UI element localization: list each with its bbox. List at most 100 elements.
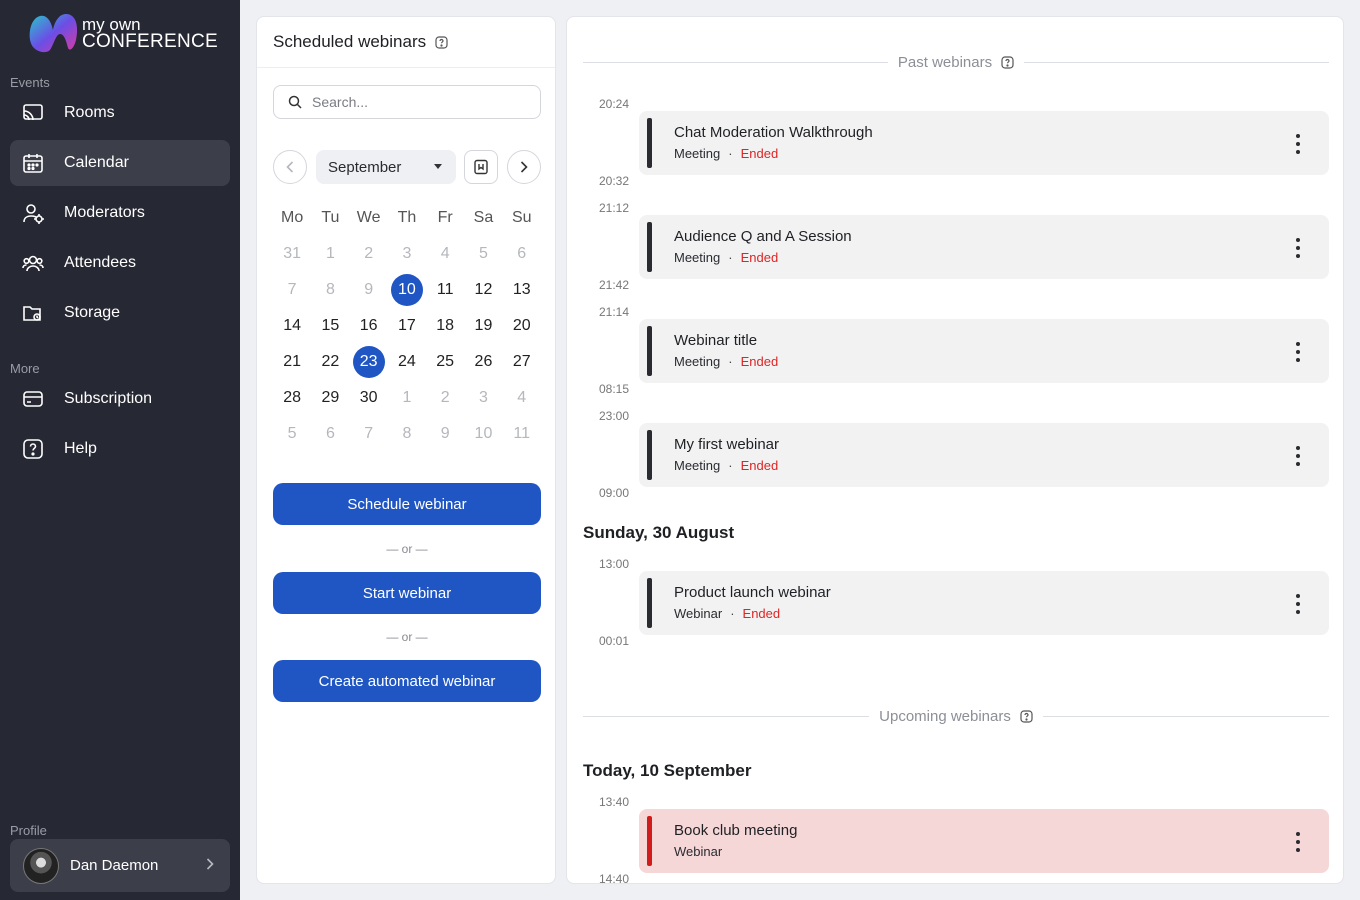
- storage-icon: [22, 302, 44, 324]
- sidebar-item-label: Help: [64, 440, 97, 457]
- event-start-time: 13:00: [598, 557, 629, 571]
- event-type: Webinar: [674, 844, 723, 859]
- calendar-day[interactable]: 8: [311, 272, 349, 308]
- calendar-day[interactable]: 6: [311, 416, 349, 452]
- calendar-day[interactable]: 24: [388, 344, 426, 380]
- calendar-day[interactable]: 2: [426, 380, 464, 416]
- calendar-day[interactable]: 3: [388, 236, 426, 272]
- weekday-label: Th: [397, 209, 417, 226]
- month-select[interactable]: September: [316, 150, 456, 184]
- event-card[interactable]: Chat Moderation Walkthrough Meeting · Ende…: [639, 111, 1329, 175]
- calendar-day[interactable]: 29: [311, 380, 349, 416]
- calendar-day[interactable]: 25: [426, 344, 464, 380]
- event-end-time: 08:15: [598, 382, 629, 396]
- event-meta: Meeting · Ended: [674, 354, 779, 369]
- calendar-day[interactable]: 23: [350, 344, 388, 380]
- calendar-day-label: 21: [283, 353, 302, 370]
- calendar-day[interactable]: 26: [464, 344, 502, 380]
- search-input[interactable]: [312, 94, 522, 110]
- calendar-week: 7 8 9 10 11 12 13: [273, 272, 541, 308]
- search-icon: [288, 95, 302, 109]
- calendar-day[interactable]: 7: [273, 272, 311, 308]
- more-options-icon[interactable]: [1293, 342, 1303, 362]
- sidebar-item-label: Moderators: [64, 204, 145, 221]
- calendar-day[interactable]: 21: [273, 344, 311, 380]
- calendar-day[interactable]: 18: [426, 308, 464, 344]
- calendar-day[interactable]: 10: [464, 416, 502, 452]
- moderator-icon: [22, 202, 44, 224]
- profile-button[interactable]: Dan Daemon: [10, 839, 230, 892]
- calendar-day[interactable]: 11: [503, 416, 541, 452]
- calendar-day[interactable]: 20: [503, 308, 541, 344]
- calendar-day[interactable]: 28: [273, 380, 311, 416]
- sidebar-item-calendar[interactable]: Calendar: [10, 140, 230, 186]
- sidebar-item-rooms[interactable]: Rooms: [10, 90, 230, 136]
- calendar-day[interactable]: 1: [388, 380, 426, 416]
- chevron-left-icon: [286, 161, 294, 173]
- calendar-day[interactable]: 11: [426, 272, 464, 308]
- more-options-icon[interactable]: [1293, 594, 1303, 614]
- calendar-day[interactable]: 4: [426, 236, 464, 272]
- calendar-day-label: 6: [517, 245, 527, 262]
- calendar-day[interactable]: 30: [350, 380, 388, 416]
- help-icon[interactable]: [1020, 709, 1033, 723]
- more-options-icon[interactable]: [1293, 832, 1303, 852]
- today-button[interactable]: [464, 150, 498, 184]
- calendar-day[interactable]: 14: [273, 308, 311, 344]
- calendar-day[interactable]: 4: [503, 380, 541, 416]
- calendar-day[interactable]: 15: [311, 308, 349, 344]
- calendar-week: 28 29 30 1 2 3 4: [273, 380, 541, 416]
- weekday-label: Tu: [321, 209, 340, 226]
- calendar-day[interactable]: 13: [503, 272, 541, 308]
- event-card[interactable]: Audience Q and A Session Meeting · Ended: [639, 215, 1329, 279]
- help-icon: [22, 438, 44, 460]
- avatar: [23, 847, 59, 884]
- card-icon: [22, 388, 44, 410]
- calendar-day[interactable]: 5: [273, 416, 311, 452]
- calendar-week: 31 1 2 3 4 5 6: [273, 236, 541, 272]
- upcoming-webinars-label: Upcoming webinars: [879, 707, 1011, 725]
- calendar-day[interactable]: 16: [350, 308, 388, 344]
- calendar-day[interactable]: 1: [311, 236, 349, 272]
- more-options-icon[interactable]: [1293, 134, 1303, 154]
- help-icon[interactable]: [1001, 55, 1014, 69]
- calendar-day[interactable]: 9: [350, 272, 388, 308]
- calendar-day[interactable]: 8: [388, 416, 426, 452]
- calendar-day[interactable]: 17: [388, 308, 426, 344]
- calendar-day[interactable]: 12: [464, 272, 502, 308]
- calendar-day[interactable]: 9: [426, 416, 464, 452]
- calendar-day[interactable]: 6: [503, 236, 541, 272]
- help-icon[interactable]: [435, 35, 448, 49]
- sidebar-item-storage[interactable]: Storage: [10, 290, 230, 336]
- logo-text: my own CONFERENCE: [82, 16, 218, 51]
- logo[interactable]: my own CONFERENCE: [26, 10, 218, 56]
- calendar-day[interactable]: 27: [503, 344, 541, 380]
- calendar-day[interactable]: 31: [273, 236, 311, 272]
- search-field[interactable]: [273, 85, 541, 119]
- start-webinar-button[interactable]: Start webinar: [273, 572, 541, 614]
- sidebar-item-moderators[interactable]: Moderators: [10, 190, 230, 236]
- more-options-icon[interactable]: [1293, 446, 1303, 466]
- event-card[interactable]: Webinar title Meeting · Ended: [639, 319, 1329, 383]
- event-title: Audience Q and A Session: [674, 228, 852, 245]
- sidebar-item-help[interactable]: Help: [10, 426, 230, 472]
- sidebar-item-attendees[interactable]: Attendees: [10, 240, 230, 286]
- calendar-day[interactable]: 22: [311, 344, 349, 380]
- calendar-day[interactable]: 5: [464, 236, 502, 272]
- calendar-day[interactable]: 7: [350, 416, 388, 452]
- event-card[interactable]: Product launch webinar Webinar · Ended: [639, 571, 1329, 635]
- calendar-day[interactable]: 3: [464, 380, 502, 416]
- event-card[interactable]: Book club meeting Webinar: [639, 809, 1329, 873]
- calendar-day[interactable]: 10: [388, 272, 426, 308]
- prev-month-button[interactable]: [273, 150, 307, 184]
- calendar-day-label: 3: [402, 245, 412, 262]
- calendar-day[interactable]: 2: [350, 236, 388, 272]
- event-card[interactable]: My first webinar Meeting · Ended: [639, 423, 1329, 487]
- schedule-webinar-button[interactable]: Schedule webinar: [273, 483, 541, 525]
- next-month-button[interactable]: [507, 150, 541, 184]
- calendar-day[interactable]: 19: [464, 308, 502, 344]
- sidebar-item-subscription[interactable]: Subscription: [10, 376, 230, 422]
- weekday-label: Sa: [473, 209, 494, 226]
- create-automated-webinar-button[interactable]: Create automated webinar: [273, 660, 541, 702]
- more-options-icon[interactable]: [1293, 238, 1303, 258]
